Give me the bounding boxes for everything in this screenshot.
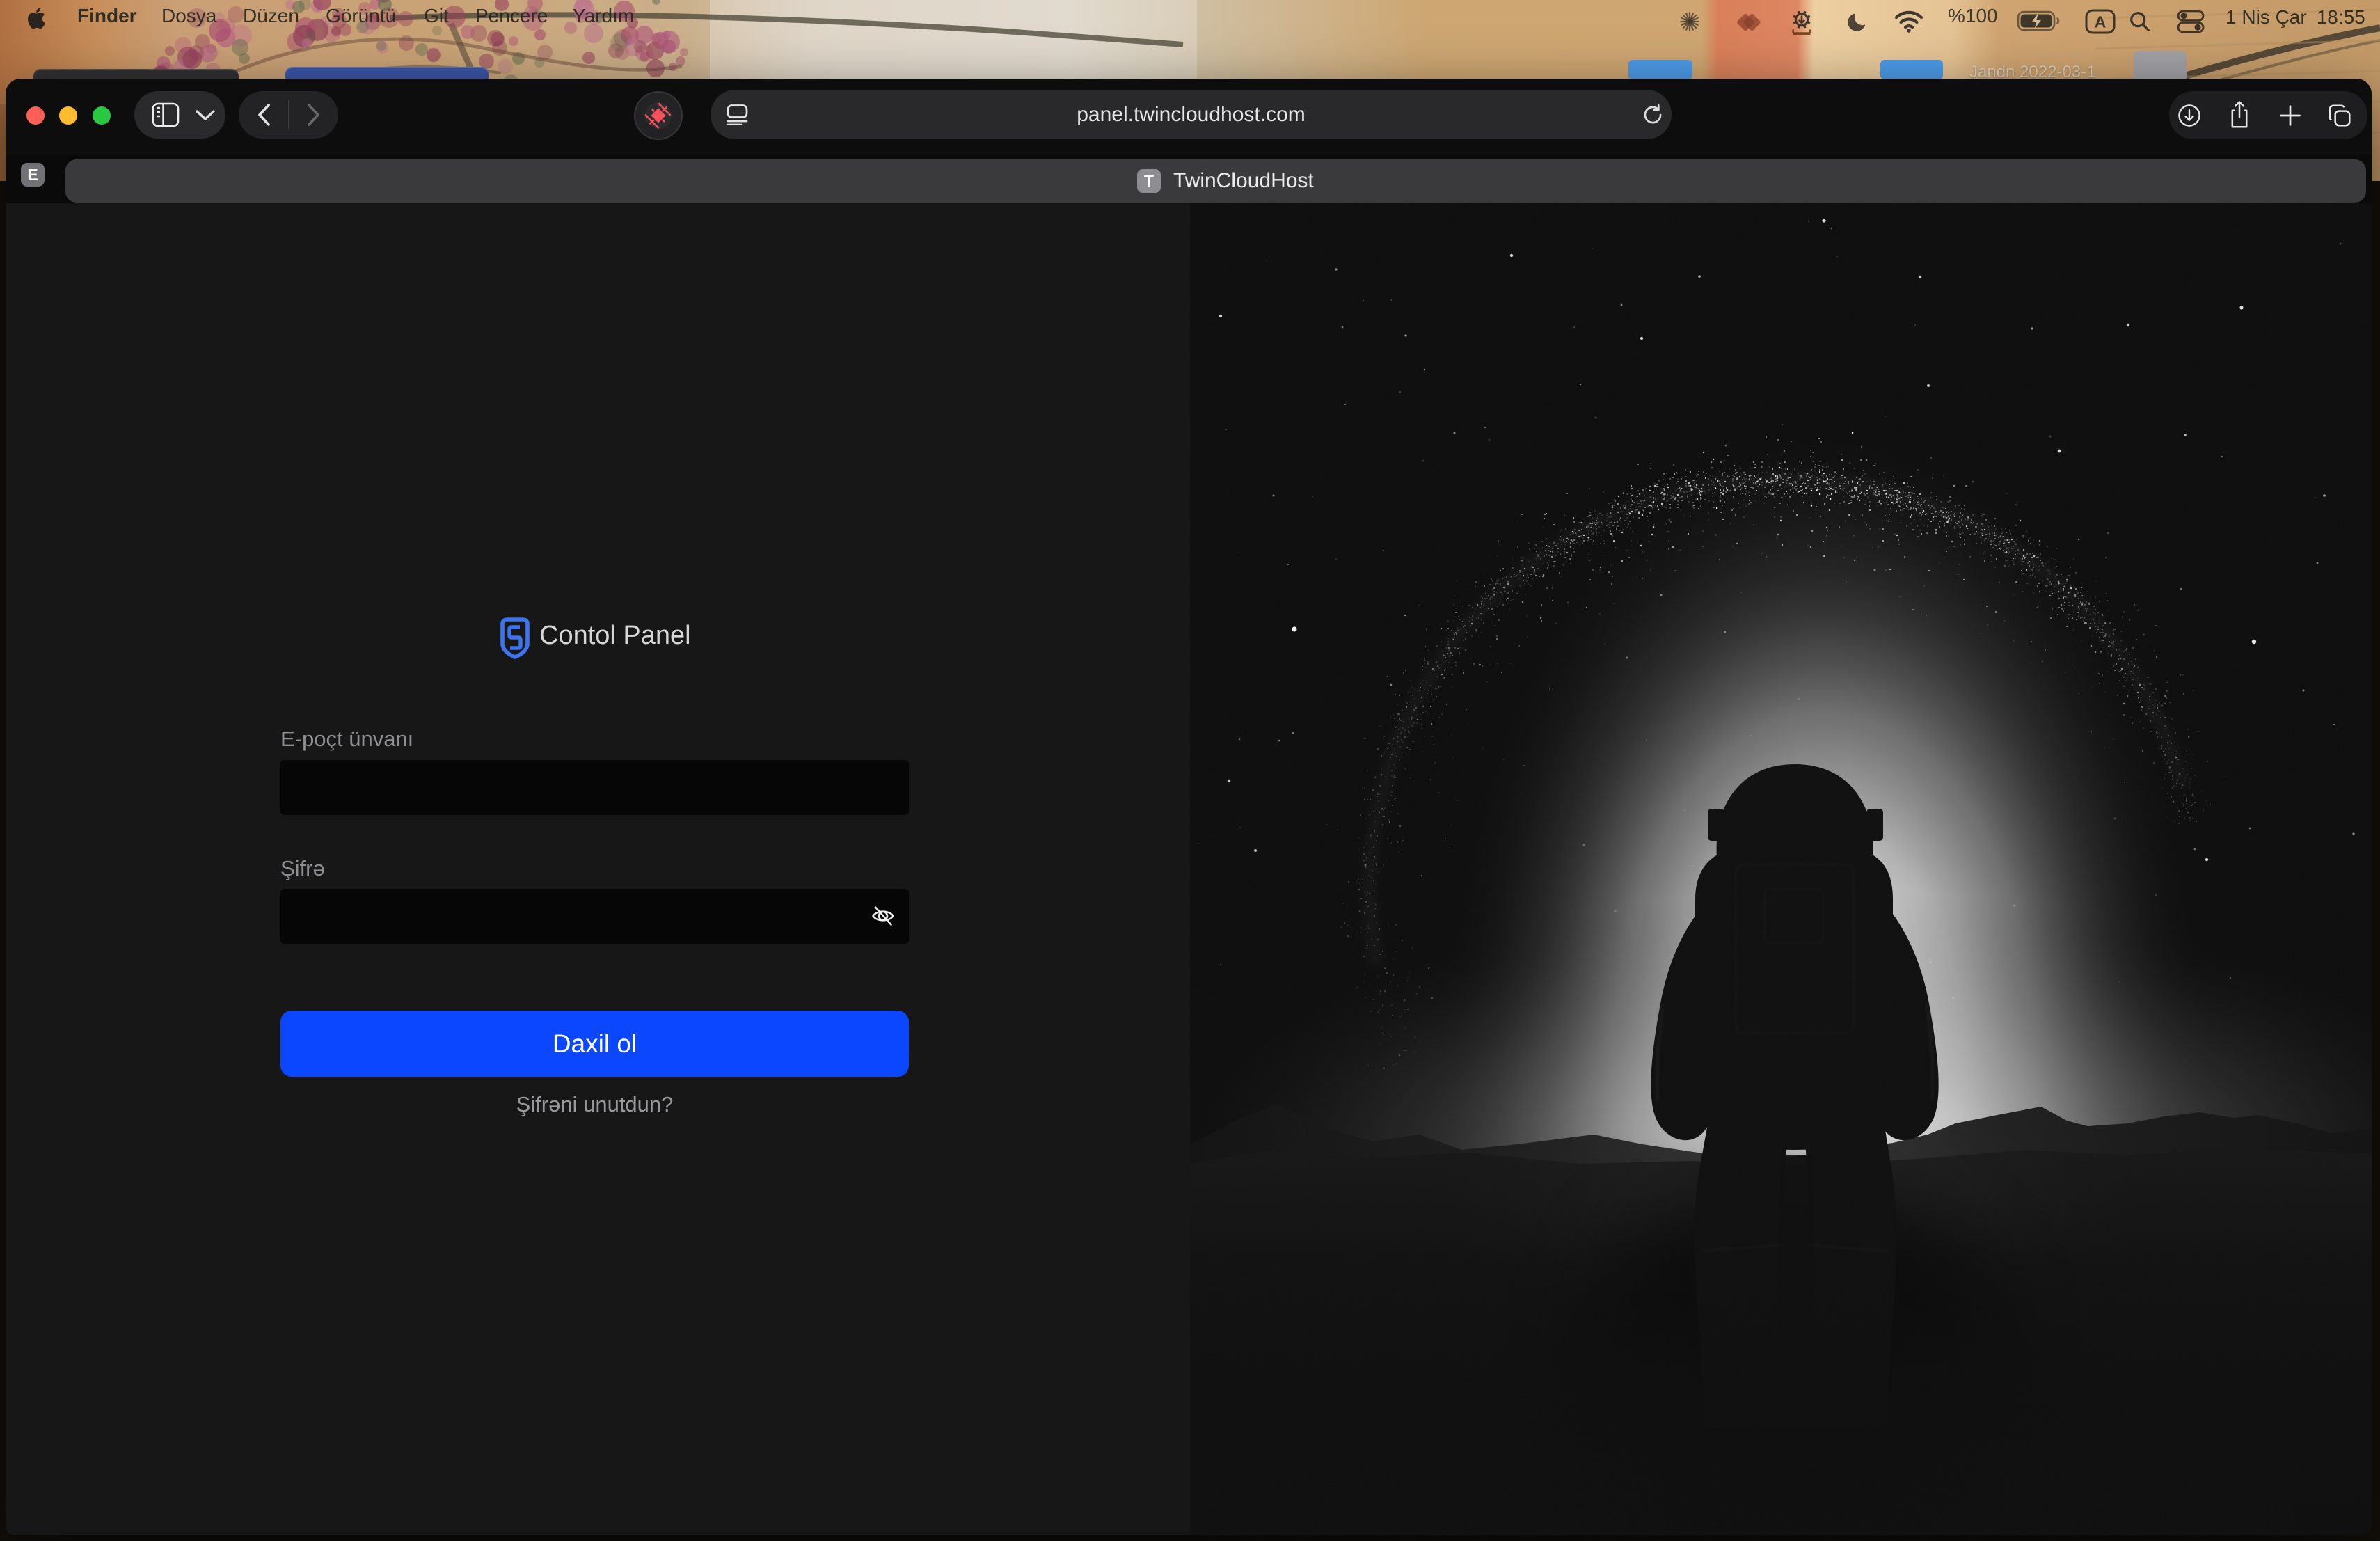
svg-text:A: A: [2095, 13, 2107, 31]
